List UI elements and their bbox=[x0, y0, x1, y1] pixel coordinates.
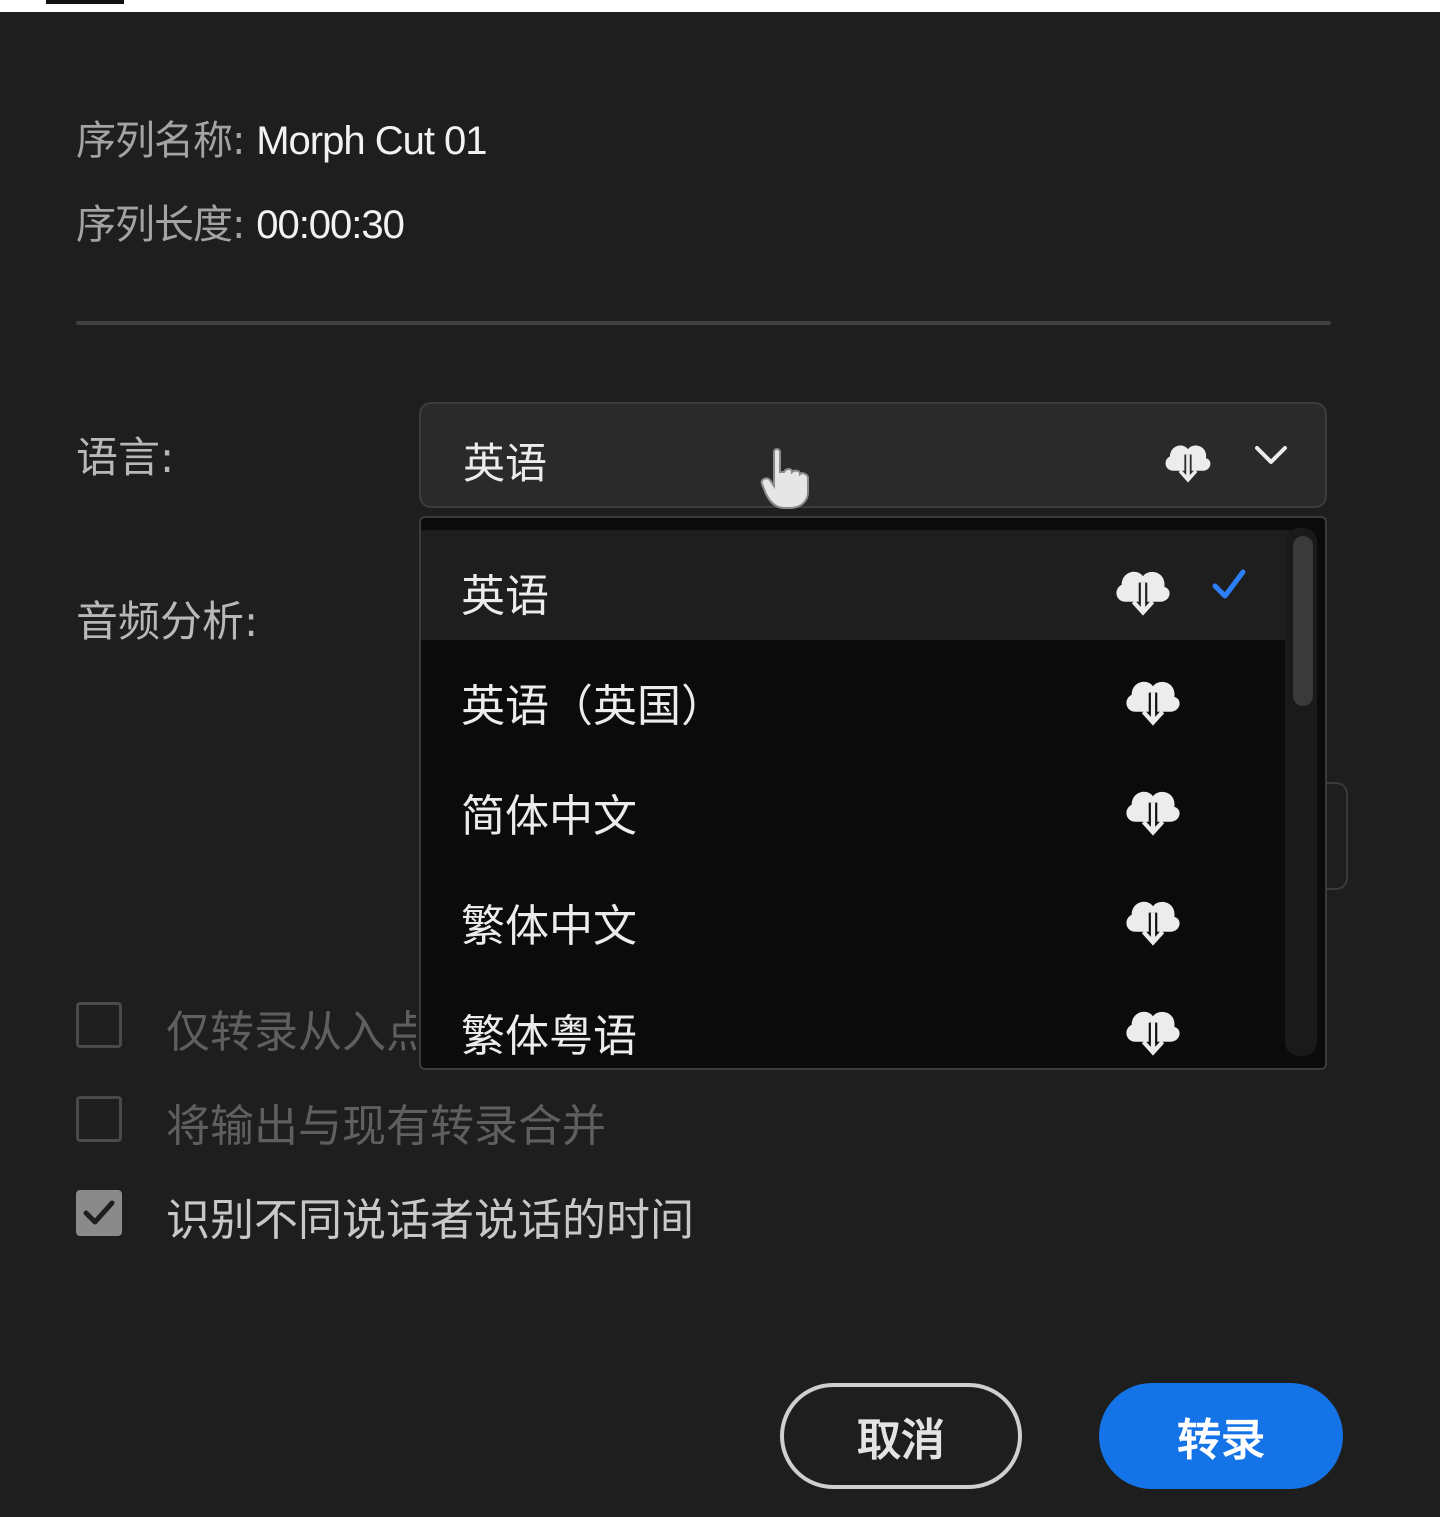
language-option-english[interactable]: 英语 bbox=[421, 530, 1289, 640]
sequence-length-value: 00:00:30 bbox=[256, 203, 405, 247]
hand-cursor-icon bbox=[760, 448, 809, 509]
language-select-value: 英语 bbox=[463, 439, 548, 488]
checkmark-icon bbox=[1212, 569, 1246, 599]
language-option-label: 英语（英国） bbox=[461, 681, 725, 732]
checkbox-merge-label: 将输出与现有转录合并 bbox=[166, 1101, 606, 1152]
language-option-traditional-cantonese[interactable]: 繁体粤语 bbox=[421, 970, 1289, 1068]
language-option-traditional-chinese[interactable]: 繁体中文 bbox=[421, 860, 1289, 970]
sequence-name-row: 序列名称: Morph Cut 01 bbox=[76, 108, 488, 166]
checkbox-speakers-label: 识别不同说话者说话的时间 bbox=[166, 1195, 694, 1246]
language-label: 语言: bbox=[76, 433, 175, 482]
cloud-download-icon bbox=[1126, 1011, 1180, 1056]
transcribe-button[interactable]: 转录 bbox=[1099, 1383, 1343, 1489]
checkbox-speakers[interactable] bbox=[76, 1190, 122, 1236]
top-edge-mark bbox=[46, 0, 124, 4]
dropdown-scrollbar-thumb[interactable] bbox=[1293, 536, 1313, 706]
cancel-button[interactable]: 取消 bbox=[780, 1383, 1022, 1489]
section-divider bbox=[76, 321, 1331, 325]
cloud-download-icon bbox=[1126, 791, 1180, 836]
language-option-english-uk[interactable]: 英语（英国） bbox=[421, 640, 1289, 750]
checkbox-in-point-label: 仅转录从入点 bbox=[166, 1007, 416, 1056]
window-top-edge bbox=[0, 0, 1440, 12]
cloud-download-icon bbox=[1126, 901, 1180, 946]
checkbox-row-merge[interactable]: 将输出与现有转录合并 bbox=[76, 1090, 776, 1152]
cloud-download-icon bbox=[1116, 571, 1170, 616]
cloud-download-icon bbox=[1165, 445, 1211, 483]
checkbox-row-speakers[interactable]: 识别不同说话者说话的时间 bbox=[76, 1184, 836, 1246]
language-option-label: 英语 bbox=[461, 571, 549, 622]
sequence-name-value: Morph Cut 01 bbox=[256, 119, 487, 163]
language-dropdown-list[interactable]: 英语 英语（英国） 简体中文 繁体中文 繁体粤语 bbox=[419, 516, 1327, 1070]
audio-analysis-label: 音频分析: bbox=[76, 597, 259, 646]
checkbox-merge[interactable] bbox=[76, 1096, 122, 1142]
language-option-label: 简体中文 bbox=[461, 791, 637, 842]
checkmark-icon bbox=[83, 1200, 115, 1225]
language-select[interactable]: 英语 bbox=[419, 402, 1327, 508]
language-option-label: 繁体中文 bbox=[461, 901, 637, 952]
sequence-length-label: 序列长度: bbox=[76, 202, 245, 248]
sequence-length-row: 序列长度: 00:00:30 bbox=[76, 192, 405, 250]
language-option-simplified-chinese[interactable]: 简体中文 bbox=[421, 750, 1289, 860]
language-option-label: 繁体粤语 bbox=[461, 1011, 637, 1062]
cloud-download-icon bbox=[1126, 681, 1180, 726]
sequence-name-label: 序列名称: bbox=[76, 118, 245, 164]
checkbox-row-in-point[interactable]: 仅转录从入点 bbox=[76, 996, 416, 1056]
chevron-down-icon[interactable] bbox=[1253, 442, 1289, 468]
checkbox-in-point[interactable] bbox=[76, 1002, 122, 1048]
